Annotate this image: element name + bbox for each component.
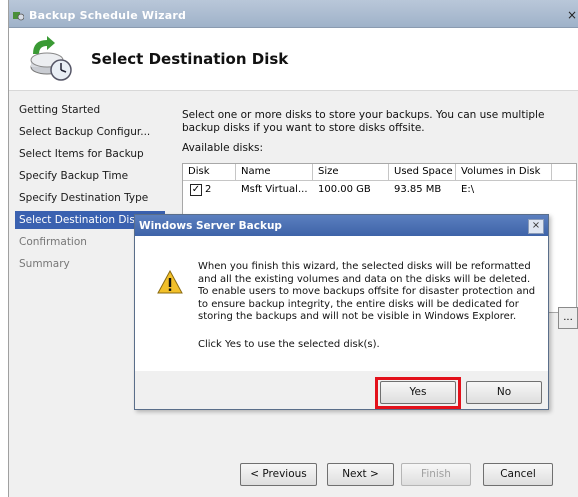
dialog-title: Windows Server Backup <box>139 220 282 232</box>
close-icon[interactable]: × <box>565 8 578 22</box>
cell-name: Msft Virtual... <box>241 184 308 195</box>
wizard-header: Select Destination Disk <box>9 28 578 91</box>
page-title: Select Destination Disk <box>91 50 289 68</box>
step-getting-started[interactable]: Getting Started <box>19 104 100 116</box>
next-button[interactable]: Next > <box>327 463 394 486</box>
column-header-name[interactable]: Name <box>236 164 313 180</box>
dialog-body: When you finish this wizard, the selecte… <box>135 236 548 371</box>
yes-button-highlight <box>375 377 461 409</box>
cell-disk: 2 <box>205 184 212 195</box>
column-header-used-space[interactable]: Used Space <box>389 164 456 180</box>
cell-volumes: E:\ <box>461 184 475 195</box>
column-header-size[interactable]: Size <box>313 164 389 180</box>
wizard-title: Backup Schedule Wizard <box>29 9 187 22</box>
step-specify-destination-type[interactable]: Specify Destination Type <box>19 192 148 204</box>
previous-button[interactable]: < Previous <box>240 463 317 486</box>
no-button[interactable]: No <box>466 381 542 404</box>
table-header: Disk Name Size Used Space Volumes in Dis… <box>183 164 576 181</box>
column-header-disk[interactable]: Disk <box>183 164 236 180</box>
step-summary: Summary <box>19 258 70 270</box>
show-all-disks-button[interactable]: ... <box>558 307 578 329</box>
instructions-text: Select one or more disks to store your b… <box>182 109 545 134</box>
cancel-button[interactable]: Cancel <box>483 463 553 486</box>
app-icon <box>13 12 24 21</box>
cell-used-space: 93.85 MB <box>394 184 442 195</box>
finish-button: Finish <box>401 463 471 486</box>
dialog-message: When you finish this wizard, the selecte… <box>198 261 536 323</box>
step-confirmation: Confirmation <box>19 236 87 248</box>
column-header-volumes[interactable]: Volumes in Disk <box>456 164 552 180</box>
backup-clock-icon <box>30 36 72 81</box>
dialog-prompt: Click Yes to use the selected disk(s). <box>198 339 380 350</box>
step-specify-backup-time[interactable]: Specify Backup Time <box>19 170 128 182</box>
confirmation-dialog: Windows Server Backup × When you finish … <box>134 214 549 410</box>
step-select-items[interactable]: Select Items for Backup <box>19 148 144 160</box>
available-disks-label: Available disks: <box>182 142 264 154</box>
dialog-close-icon[interactable]: × <box>528 219 544 234</box>
step-select-backup-configuration[interactable]: Select Backup Configur... <box>19 126 150 138</box>
cell-size: 100.00 GB <box>318 184 371 195</box>
wizard-titlebar[interactable]: Backup Schedule Wizard × <box>9 0 578 28</box>
warning-icon <box>157 270 183 294</box>
dialog-titlebar[interactable]: Windows Server Backup × <box>135 215 548 236</box>
